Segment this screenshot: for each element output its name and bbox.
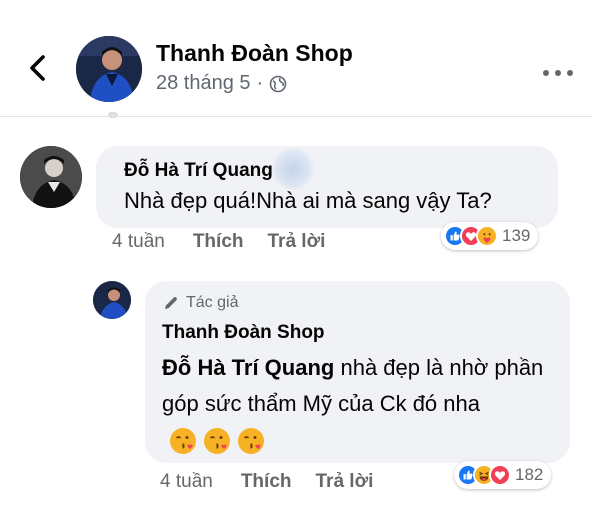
back-icon[interactable] xyxy=(24,52,52,84)
reaction-count: 182 xyxy=(515,465,544,484)
reply-button[interactable]: Trả lời xyxy=(316,471,374,493)
reply-author-avatar[interactable] xyxy=(93,281,131,319)
more-options-icon[interactable] xyxy=(543,68,573,78)
love-icon xyxy=(489,464,511,486)
kissing-heart-emoji xyxy=(236,426,266,456)
reply-button[interactable]: Trả lời xyxy=(268,231,326,253)
globe-icon xyxy=(269,75,287,93)
post-date[interactable]: 28 tháng 5 xyxy=(156,72,251,95)
reply-author[interactable]: Thanh Đoàn Shop xyxy=(162,322,325,344)
dot xyxy=(555,70,561,76)
page-avatar[interactable] xyxy=(76,36,142,102)
dot xyxy=(543,70,549,76)
commenter-avatar[interactable] xyxy=(20,146,82,208)
comment-time[interactable]: 4 tuần xyxy=(112,231,165,253)
author-badge: Tác giả xyxy=(162,294,238,312)
reaction-summary[interactable]: 139 xyxy=(441,222,539,250)
post-meta: 28 tháng 5 · xyxy=(156,72,287,95)
like-button[interactable]: Thích xyxy=(193,231,244,253)
mention-link[interactable]: Đỗ Hà Trí Quang xyxy=(162,355,334,380)
divider xyxy=(0,116,592,117)
emoji-group xyxy=(168,426,266,456)
reply-time[interactable]: 4 tuần xyxy=(160,471,213,493)
reply-actions: 4 tuần Thích Trả lời xyxy=(160,471,397,493)
author-badge-label: Tác giả xyxy=(186,294,239,311)
meta-separator: · xyxy=(256,72,264,94)
kissing-heart-emoji xyxy=(202,426,232,456)
dot xyxy=(567,70,573,76)
care-icon xyxy=(476,225,498,247)
comment-bubble[interactable] xyxy=(96,146,558,228)
post-header: Thanh Đoàn Shop 28 tháng 5 · xyxy=(0,0,592,112)
like-button[interactable]: Thích xyxy=(241,471,292,493)
reaction-summary[interactable]: 182 xyxy=(454,461,552,489)
page-name[interactable]: Thanh Đoàn Shop xyxy=(156,40,353,67)
comment-actions: 4 tuần Thích Trả lời xyxy=(112,231,349,253)
pencil-icon xyxy=(165,297,177,309)
comment-author[interactable]: Đỗ Hà Trí Quang xyxy=(124,160,273,182)
kissing-heart-emoji xyxy=(168,426,198,456)
reaction-count: 139 xyxy=(502,226,531,245)
comment-text: Nhà đẹp quá!Nhà ai mà sang vậy Ta? xyxy=(124,188,492,213)
scroll-remnant xyxy=(108,112,118,118)
blurred-element xyxy=(272,148,314,190)
reply-text: Đỗ Hà Trí Quang nhà đẹp là nhờ phần góp … xyxy=(162,350,558,458)
